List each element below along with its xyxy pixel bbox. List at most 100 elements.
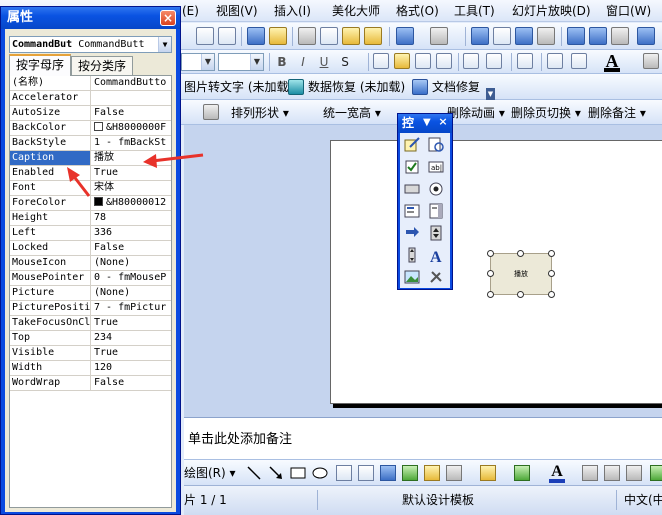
expand-all-icon[interactable] (567, 27, 585, 45)
design-mode-icon[interactable] (402, 135, 422, 155)
property-value[interactable]: 78 (92, 211, 171, 225)
resize-handle[interactable] (487, 250, 494, 257)
property-row[interactable]: Accelerator (10, 91, 171, 106)
property-value[interactable] (92, 91, 171, 105)
bold-button[interactable]: B (273, 53, 291, 71)
property-value[interactable]: True (92, 346, 171, 360)
property-row[interactable]: Left 336 (10, 226, 171, 241)
wordart-icon[interactable] (380, 465, 396, 481)
oval-icon[interactable] (312, 465, 328, 481)
textbox-icon[interactable]: ab| (426, 157, 446, 177)
decrease-indent-icon[interactable] (547, 53, 563, 69)
data-recovery-button[interactable]: 数据恢复 (未加载) (288, 78, 405, 96)
menu-window[interactable]: 窗口(W) (604, 3, 653, 19)
research-icon[interactable] (269, 27, 287, 45)
tables-borders-icon[interactable] (515, 27, 533, 45)
shadow-button[interactable]: S (336, 53, 354, 71)
more-controls-icon[interactable] (426, 267, 446, 287)
property-row[interactable]: Locked False (10, 241, 171, 256)
bullets-icon[interactable] (486, 53, 502, 69)
resize-handle[interactable] (517, 250, 524, 257)
picture-icon[interactable] (446, 465, 462, 481)
color-grayscale-icon[interactable] (637, 27, 655, 45)
toolbar-options-chevron-icon[interactable]: ▼ (486, 88, 495, 100)
toggle-button-icon[interactable] (402, 223, 422, 243)
property-row[interactable]: Top 234 (10, 331, 171, 346)
property-value[interactable]: 1 - fmBackSt (92, 136, 171, 150)
redo-icon[interactable] (430, 27, 448, 45)
image-icon[interactable] (402, 267, 422, 287)
line-color-icon[interactable] (514, 465, 530, 481)
image-to-text-button[interactable]: 图片转文字 (未加载) (164, 78, 293, 96)
menu-view[interactable]: 视图(V) (214, 3, 260, 19)
undo-icon[interactable] (396, 27, 414, 45)
italic-button[interactable]: I (294, 53, 312, 71)
wand-icon[interactable] (203, 104, 219, 120)
copy-icon[interactable] (320, 27, 338, 45)
numbering-icon[interactable] (463, 53, 479, 69)
menu-beautify-master[interactable]: 美化大师 (330, 3, 382, 19)
menu-format[interactable]: 格式(O) (394, 3, 441, 19)
spin-button-icon[interactable] (426, 223, 446, 243)
command-button-play[interactable]: 播放 (490, 253, 552, 295)
menu-edit[interactable]: (E) (180, 3, 201, 19)
align-center-icon[interactable] (394, 53, 410, 69)
chevron-down-icon[interactable]: ▼ (158, 37, 171, 52)
diagram-icon[interactable] (402, 465, 418, 481)
resize-handle[interactable] (548, 270, 555, 277)
spelling-icon[interactable] (247, 27, 265, 45)
property-row[interactable]: PicturePositi 7 - fmPictur (10, 301, 171, 316)
resize-handle[interactable] (487, 291, 494, 298)
property-row[interactable]: AutoSize False (10, 106, 171, 121)
shadow-style-icon[interactable] (650, 465, 662, 481)
checkbox-icon[interactable] (402, 157, 422, 177)
toolbox-titlebar[interactable]: 控 ▼ × (398, 114, 452, 133)
text-color-icon[interactable]: A (546, 462, 568, 484)
increase-font-icon[interactable] (517, 53, 533, 69)
font-size-combo[interactable]: ▼ (218, 53, 264, 71)
property-value[interactable]: True (92, 316, 171, 330)
property-row[interactable]: Width 120 (10, 361, 171, 376)
property-value[interactable]: False (92, 376, 171, 390)
property-row[interactable]: MouseIcon (None) (10, 256, 171, 271)
property-value[interactable]: 宋体 (92, 181, 171, 195)
align-right-icon[interactable] (415, 53, 431, 69)
notes-pane[interactable]: 单击此处添加备注 (184, 417, 662, 459)
property-row[interactable]: BackStyle 1 - fmBackSt (10, 136, 171, 151)
object-selector[interactable]: CommandBut CommandButt ▼ (9, 36, 172, 53)
property-value[interactable]: &H80000012 (92, 196, 171, 210)
slide-canvas[interactable]: 播放 (330, 140, 662, 404)
option-button-icon[interactable] (426, 179, 446, 199)
menu-tools[interactable]: 工具(T) (452, 3, 497, 19)
unify-size-button[interactable]: 统一宽高 ▾ (323, 104, 381, 122)
property-value[interactable]: (None) (92, 286, 171, 300)
property-value[interactable]: (None) (92, 256, 171, 270)
property-value[interactable]: 336 (92, 226, 171, 240)
dash-style-icon[interactable] (604, 465, 620, 481)
property-row[interactable]: Font 宋体 (10, 181, 171, 196)
command-button-icon[interactable] (402, 179, 422, 199)
align-left-icon[interactable] (373, 53, 389, 69)
resize-handle[interactable] (548, 250, 555, 257)
cut-icon[interactable] (298, 27, 316, 45)
menu-slideshow[interactable]: 幻灯片放映(D) (510, 3, 593, 19)
insert-chart-icon[interactable] (471, 27, 489, 45)
property-row[interactable]: Picture (None) (10, 286, 171, 301)
tab-alphabetic[interactable]: 按字母序 (9, 54, 71, 76)
property-value[interactable]: 0 - fmMouseP (92, 271, 171, 285)
print-preview-icon[interactable] (218, 27, 236, 45)
font-name-combo[interactable]: ▼ (181, 53, 215, 71)
rectangle-icon[interactable] (290, 465, 306, 481)
vertical-textbox-icon[interactable] (358, 465, 374, 481)
textbox-icon[interactable] (336, 465, 352, 481)
property-value[interactable]: CommandButto (92, 76, 171, 90)
chevron-down-icon[interactable]: ▼ (250, 54, 263, 70)
tab-categorized[interactable]: 按分类序 (71, 56, 133, 75)
property-row[interactable]: (名称) CommandButto (10, 76, 171, 91)
close-icon[interactable]: × (160, 10, 176, 26)
resize-handle[interactable] (487, 270, 494, 277)
resize-handle[interactable] (517, 291, 524, 298)
properties-titlebar[interactable]: 属性 × (1, 7, 180, 29)
label-icon[interactable]: A (426, 245, 446, 265)
delete-notes-button[interactable]: 删除备注 ▾ (588, 104, 646, 122)
